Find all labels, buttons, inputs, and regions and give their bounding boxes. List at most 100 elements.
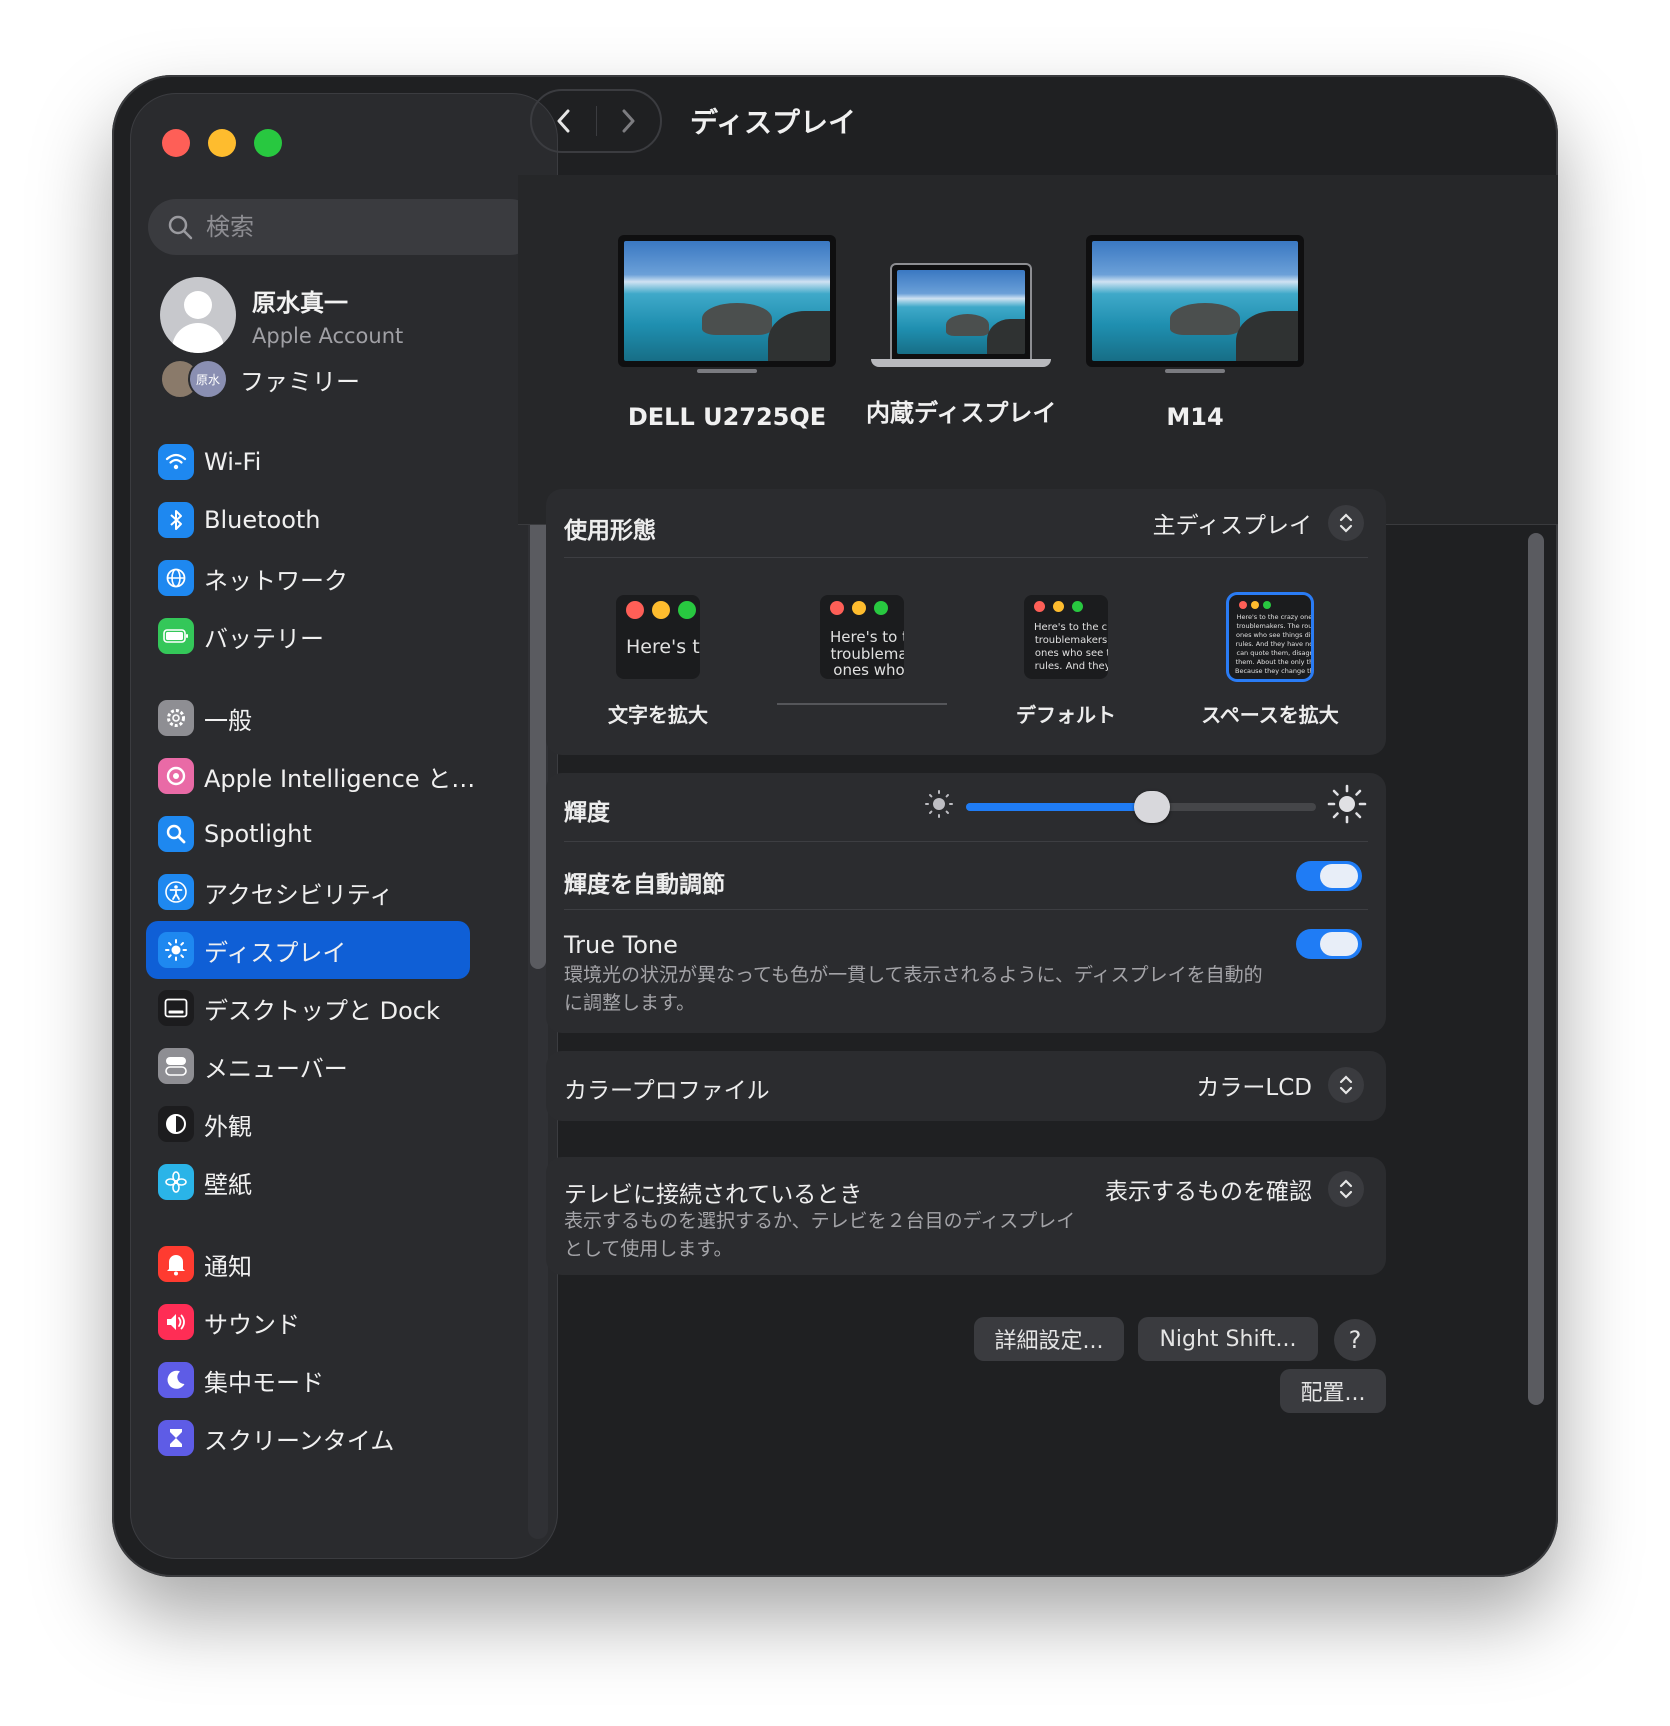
apple-account[interactable]: 原水真一 Apple Account: [160, 277, 403, 353]
sample-text: Here's to the cr troublemakers. ones who…: [1034, 622, 1108, 672]
family-avatar-initials: 原水: [188, 359, 228, 399]
back-button[interactable]: [532, 91, 596, 151]
search-field[interactable]: [148, 199, 538, 255]
chevron-left-icon: [557, 109, 570, 133]
auto-brightness-toggle[interactable]: [1296, 861, 1362, 891]
color-profile-popup[interactable]: カラーLCD: [1196, 1067, 1364, 1103]
tv-popup[interactable]: 表示するものを確認: [1105, 1171, 1364, 1207]
monitor-thumbnail: [1086, 235, 1304, 367]
bell-icon: [158, 1246, 194, 1282]
bluetooth-icon: [158, 502, 194, 538]
resolution-more-space[interactable]: Here's to the crazy one troublemakers. T…: [1170, 595, 1370, 728]
sidebar-item[interactable]: アクセシビリティ: [146, 863, 470, 921]
chevron-updown-icon: [1328, 1171, 1364, 1207]
globe-icon: [158, 560, 194, 596]
true-tone-description: 環境光の状況が異なっても色が一貫して表示されるように、ディスプレイを自動的に調整…: [564, 964, 1263, 1014]
night-shift-button[interactable]: Night Shift...: [1138, 1317, 1318, 1361]
battery-icon: [158, 618, 194, 654]
usage-popup[interactable]: 主ディスプレイ: [1153, 505, 1364, 541]
auto-brightness-label: 輝度を自動調節: [564, 872, 725, 898]
sidebar-item[interactable]: Spotlight: [146, 805, 470, 863]
search-input[interactable]: [206, 213, 526, 241]
usage-value: 主ディスプレイ: [1152, 513, 1312, 539]
sidebar-item[interactable]: ディスプレイ: [146, 921, 470, 979]
usage-label: 使用形態: [564, 518, 656, 544]
sidebar-item[interactable]: サウンド: [146, 1293, 470, 1351]
sidebar-item[interactable]: デスクトップと Dock: [146, 979, 470, 1037]
family-label: ファミリー: [240, 367, 360, 396]
display-m14[interactable]: M14: [1086, 235, 1304, 431]
forward-button[interactable]: [597, 91, 661, 151]
sidebar-item-label: Apple Intelligence と…: [204, 764, 476, 793]
advanced-button[interactable]: 詳細設定...: [974, 1317, 1124, 1361]
resolution-thumbnail: Here's to t troublema ones who: [820, 595, 904, 679]
sidebar-item[interactable]: 集中モード: [146, 1351, 470, 1409]
sample-text: Here's to troublem: [626, 636, 700, 658]
display-builtin[interactable]: 内蔵ディスプレイ: [866, 263, 1056, 428]
sun-large-icon: [1327, 784, 1367, 824]
sidebar-item[interactable]: メニューバー: [146, 1037, 470, 1095]
traffic-lights: [162, 129, 282, 157]
display-label: 内蔵ディスプレイ: [866, 399, 1057, 427]
true-tone-toggle[interactable]: [1296, 929, 1362, 959]
sidebar-item[interactable]: スクリーンタイム: [146, 1409, 470, 1467]
apple-intelligence-icon: [158, 758, 194, 794]
account-name: 原水真一: [252, 288, 348, 317]
sidebar-item-label: Wi-Fi: [204, 448, 262, 476]
dock-icon: [158, 990, 194, 1026]
tv-value: 表示するものを確認: [1105, 1179, 1312, 1205]
resolution-larger-text[interactable]: Here's to troublem 文字を拡大: [558, 595, 758, 728]
chevron-updown-icon: [1328, 1067, 1364, 1103]
monitor-thumbnail: [618, 235, 836, 367]
minimize-button[interactable]: [208, 129, 236, 157]
sidebar-item-label: Spotlight: [204, 820, 312, 848]
resolution-label: スペースを拡大: [1201, 703, 1339, 727]
sidebar-item[interactable]: ネットワーク: [146, 549, 470, 607]
sidebar-item[interactable]: 外観: [146, 1095, 470, 1153]
gear-icon: [158, 700, 194, 736]
search-icon: [168, 215, 193, 240]
tv-card: テレビに接続されているとき 表示するものを選択するか、テレビを２台目のディスプレ…: [546, 1157, 1386, 1275]
sun-small-icon: [925, 790, 953, 818]
menubar-icon: [158, 1048, 194, 1084]
display-dell[interactable]: DELL U2725QE: [618, 235, 836, 431]
color-profile-card: カラープロファイル カラーLCD: [546, 1051, 1386, 1121]
close-button[interactable]: [162, 129, 190, 157]
brightness-slider[interactable]: [966, 791, 1316, 823]
sidebar-item[interactable]: 通知: [146, 1235, 470, 1293]
sidebar-item-label: Bluetooth: [204, 506, 321, 534]
sidebar-item[interactable]: 一般: [146, 689, 470, 747]
resolution-slider-track: [777, 703, 947, 705]
main-scroll-thumb[interactable]: [1528, 533, 1544, 1405]
sidebar-item-label: 壁紙: [204, 1170, 252, 1199]
brightness-label: 輝度: [564, 800, 610, 826]
sidebar-item[interactable]: バッテリー: [146, 607, 470, 665]
sidebar-item-label: 通知: [204, 1252, 252, 1281]
resolution-label: デフォルト: [1016, 703, 1116, 727]
brightness-slider-knob[interactable]: [1133, 791, 1170, 823]
sidebar-item[interactable]: Apple Intelligence と…: [146, 747, 475, 805]
zoom-button[interactable]: [254, 129, 282, 157]
account-subtitle: Apple Account: [252, 323, 404, 348]
tv-label: テレビに接続されているとき: [564, 1182, 863, 1208]
sidebar-item[interactable]: Wi-Fi: [146, 433, 470, 491]
resolution-default[interactable]: Here's to the cr troublemakers. ones who…: [966, 595, 1166, 728]
sidebar-item[interactable]: Bluetooth: [146, 491, 470, 549]
arrange-button[interactable]: 配置...: [1280, 1369, 1386, 1413]
sidebar-item-label: ネットワーク: [204, 566, 348, 595]
speaker-icon: [158, 1304, 194, 1340]
resolution-option-2[interactable]: Here's to t troublema ones who: [762, 595, 962, 705]
help-button[interactable]: ?: [1334, 1319, 1376, 1361]
sidebar-item[interactable]: 壁紙: [146, 1153, 470, 1211]
sidebar: 原水真一 Apple Account 原水 ファミリー Wi-Fi Bluetoo…: [130, 93, 558, 1559]
sidebar-item-label: スクリーンタイム: [204, 1426, 395, 1455]
avatar: [160, 277, 236, 353]
brightness-slider-fill: [966, 803, 1152, 811]
family-item[interactable]: 原水 ファミリー: [160, 359, 360, 399]
resolution-label: 文字を拡大: [608, 703, 708, 727]
flower-icon: [158, 1164, 194, 1200]
chevron-updown-icon: [1328, 505, 1364, 541]
main-scrollbar[interactable]: [1528, 533, 1546, 1413]
color-profile-value: カラーLCD: [1196, 1075, 1312, 1101]
appearance-icon: [158, 1106, 194, 1142]
